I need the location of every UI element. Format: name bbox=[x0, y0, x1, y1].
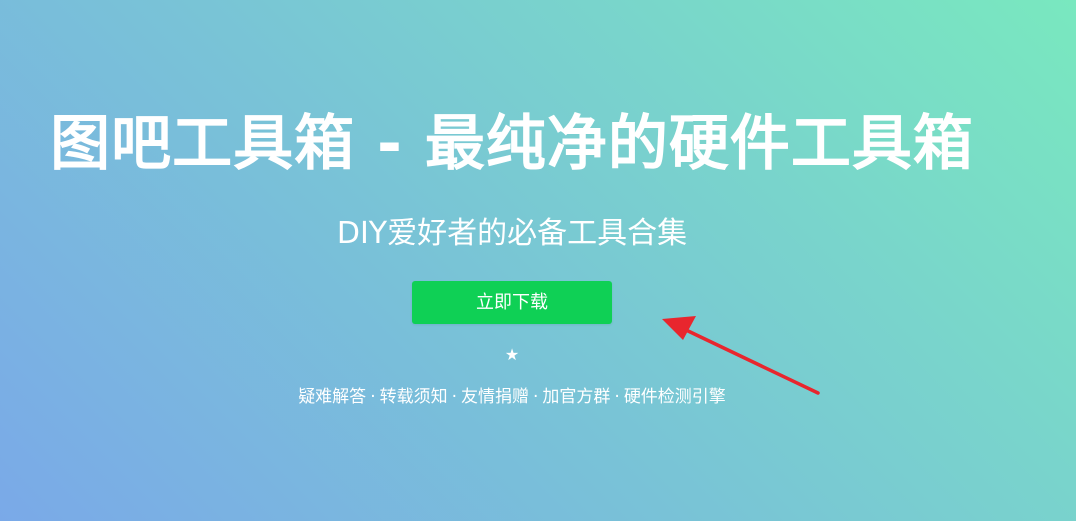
link-hardware-engine[interactable]: 硬件检测引擎 bbox=[624, 387, 726, 407]
link-separator: · bbox=[533, 387, 539, 407]
download-button[interactable]: 立即下载 bbox=[412, 281, 612, 324]
link-separator: · bbox=[370, 387, 376, 407]
page-title: 图吧工具箱 - 最纯净的硬件工具箱 bbox=[50, 109, 974, 179]
link-donate[interactable]: 友情捐赠 bbox=[461, 387, 529, 407]
hero-section: 图吧工具箱 - 最纯净的硬件工具箱 DIY爱好者的必备工具合集 立即下载 ★ 疑… bbox=[0, 0, 1076, 521]
page-subtitle: DIY爱好者的必备工具合集 bbox=[336, 216, 688, 251]
link-separator: · bbox=[614, 387, 620, 407]
footer-links: 疑难解答 · 转载须知 · 友情捐赠 · 加官方群 · 硬件检测引擎 bbox=[0, 384, 1024, 410]
link-join-group[interactable]: 加官方群 bbox=[542, 387, 610, 407]
star-icon: ★ bbox=[504, 345, 520, 364]
link-reprint-notice[interactable]: 转载须知 bbox=[380, 387, 448, 407]
link-separator: · bbox=[451, 387, 457, 407]
link-troubleshooting[interactable]: 疑难解答 bbox=[298, 387, 366, 407]
